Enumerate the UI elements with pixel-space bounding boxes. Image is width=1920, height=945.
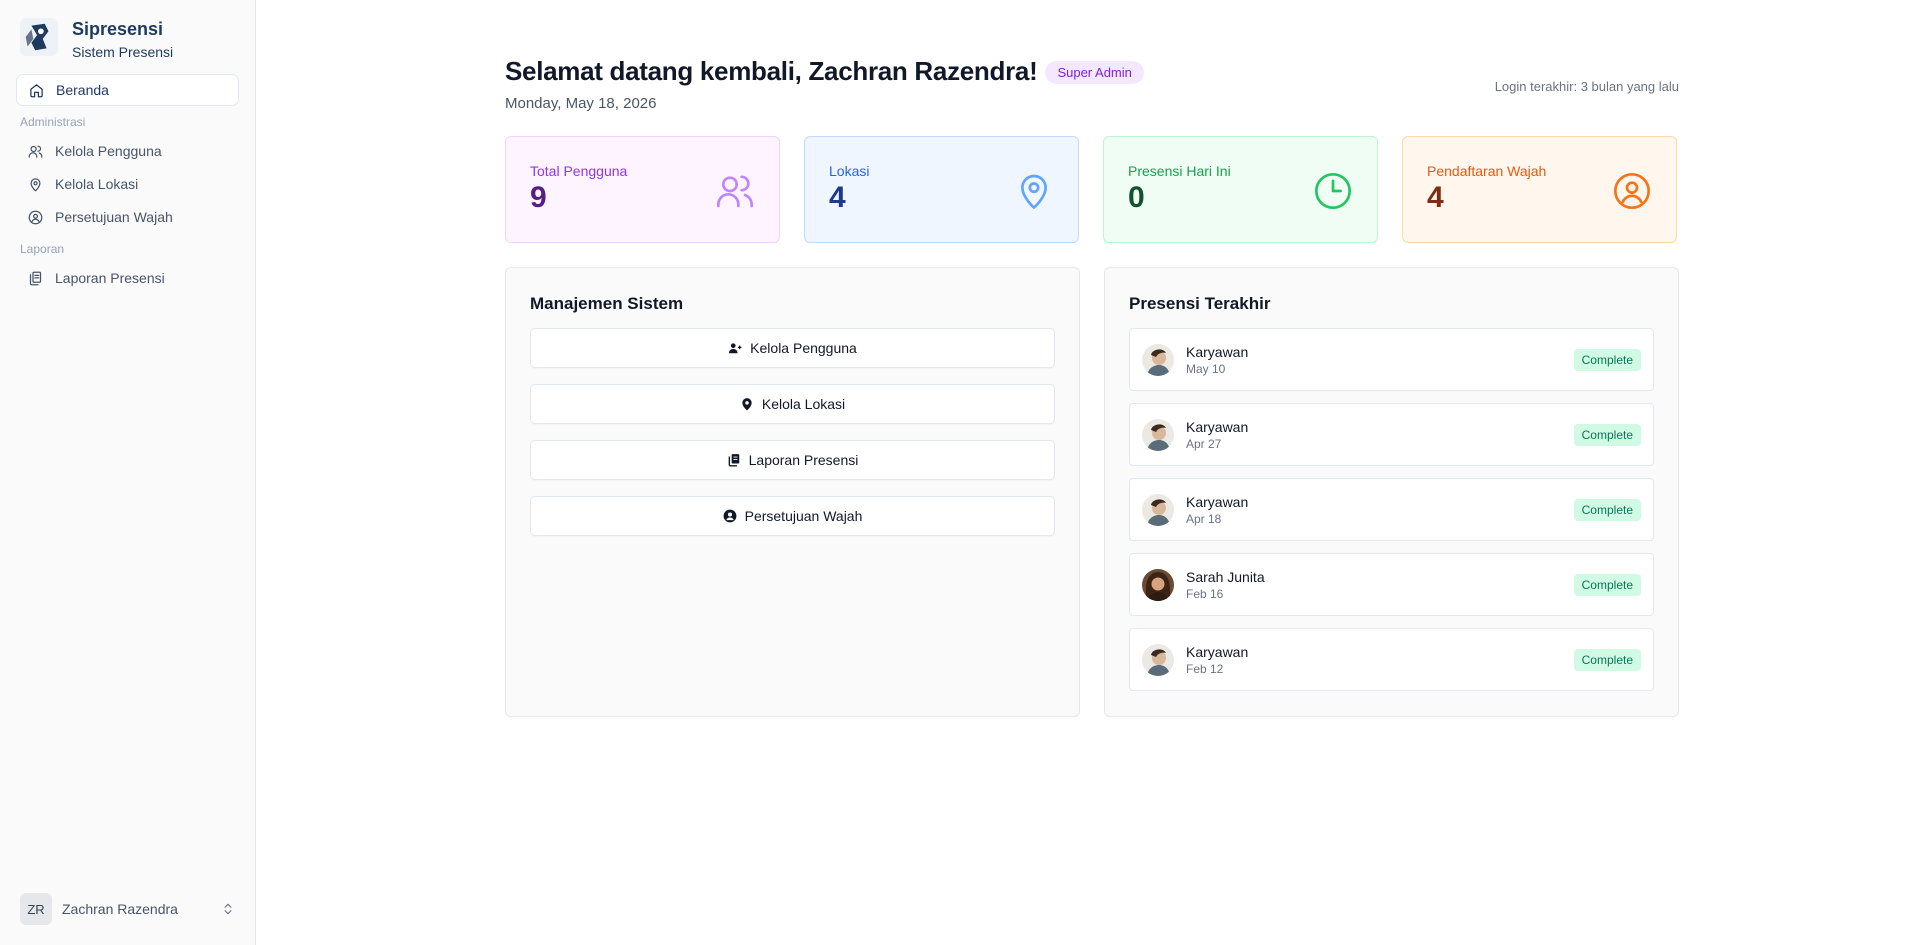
stat-card-lokasi: Lokasi 4	[804, 136, 1079, 243]
stat-label: Lokasi	[829, 163, 870, 179]
users-icon	[717, 175, 753, 208]
avatar	[1142, 568, 1174, 601]
sidebar: Sipresensi Sistem Presensi Beranda Admin…	[0, 0, 256, 945]
page-title: Selamat datang kembali, Zachran Razendra…	[505, 56, 1038, 86]
attendance-date: Feb 16	[1186, 586, 1224, 601]
nav-group-label: Laporan	[20, 242, 65, 256]
sidebar-item-kelola-pengguna[interactable]: Kelola Pengguna	[16, 135, 239, 167]
user-circle-icon	[1614, 173, 1650, 209]
sidebar-item-label: Beranda	[56, 82, 109, 98]
user-name: Zachran Razendra	[62, 901, 178, 917]
recent-attendance-panel: Presensi Terakhir Karyawan May 10 Comple…	[1104, 267, 1679, 717]
status-badge: Complete	[1573, 348, 1641, 371]
user-circle-icon	[28, 210, 43, 224]
main-content: Selamat datang kembali, Zachran Razendra…	[256, 0, 1920, 945]
sidebar-item-laporan-presensi[interactable]: Laporan Presensi	[16, 262, 239, 294]
kelola-lokasi-button[interactable]: Kelola Lokasi	[530, 384, 1055, 424]
avatar	[1142, 643, 1174, 676]
users-icon	[28, 145, 43, 158]
sidebar-item-label: Kelola Lokasi	[55, 176, 139, 192]
attendance-date: Feb 12	[1186, 661, 1224, 676]
sidebar-item-persetujuan-wajah[interactable]: Persetujuan Wajah	[16, 201, 239, 233]
files-icon	[29, 271, 42, 285]
sidebar-item-label: Laporan Presensi	[55, 270, 165, 286]
brand-title: Sipresensi	[72, 19, 164, 39]
home-icon	[30, 83, 43, 97]
stat-card-presensi-hari-ini: Presensi Hari Ini 0	[1103, 136, 1378, 243]
avatar	[1142, 493, 1174, 526]
role-badge: Super Admin	[1045, 61, 1144, 84]
avatar: ZR	[20, 893, 52, 925]
sidebar-item-label: Kelola Pengguna	[55, 143, 162, 159]
management-panel: Manajemen Sistem Kelola Pengguna Kelola …	[505, 267, 1080, 717]
last-login: Login terakhir: 3 bulan yang lalu	[1494, 79, 1679, 94]
stat-label: Pendaftaran Wajah	[1427, 163, 1547, 179]
sidebar-item-beranda[interactable]: Beranda	[16, 74, 239, 106]
files-solid-icon	[728, 454, 739, 467]
nav-group-label: Administrasi	[20, 115, 86, 129]
kelola-pengguna-button[interactable]: Kelola Pengguna	[530, 328, 1055, 368]
panel-title: Manajemen Sistem	[530, 294, 684, 313]
stat-value: 0	[1128, 181, 1145, 214]
list-item[interactable]: Karyawan Feb 12 Complete	[1129, 628, 1654, 691]
button-label: Laporan Presensi	[748, 452, 859, 468]
list-item[interactable]: Karyawan Apr 27 Complete	[1129, 403, 1654, 466]
current-date: Monday, May 18, 2026	[505, 95, 657, 112]
status-badge: Complete	[1573, 573, 1641, 596]
stat-label: Presensi Hari Ini	[1128, 163, 1231, 179]
attendance-name: Karyawan	[1186, 343, 1249, 360]
stat-value: 4	[1427, 181, 1444, 214]
list-item[interactable]: Karyawan Apr 18 Complete	[1129, 478, 1654, 541]
map-pin-icon	[1021, 174, 1047, 210]
status-badge: Complete	[1573, 498, 1641, 521]
button-label: Persetujuan Wajah	[744, 508, 863, 524]
map-pin-solid-icon	[742, 398, 752, 411]
sidebar-item-label: Persetujuan Wajah	[55, 209, 173, 225]
stat-value: 9	[530, 181, 547, 214]
attendance-name: Karyawan	[1186, 643, 1249, 660]
status-badge: Complete	[1573, 648, 1641, 671]
map-pin-icon	[30, 177, 41, 191]
chevron-up-down-icon	[224, 903, 232, 915]
list-item[interactable]: Karyawan May 10 Complete	[1129, 328, 1654, 391]
attendance-name: Sarah Junita	[1186, 568, 1265, 585]
clock-icon	[1315, 173, 1351, 209]
attendance-name: Karyawan	[1186, 418, 1249, 435]
users-solid-icon	[729, 343, 742, 354]
avatar	[1142, 343, 1174, 376]
brand-subtitle: Sistem Presensi	[72, 44, 174, 60]
panel-title: Presensi Terakhir	[1129, 294, 1271, 313]
sidebar-item-kelola-lokasi[interactable]: Kelola Lokasi	[16, 168, 239, 200]
user-menu[interactable]: ZR Zachran Razendra	[16, 889, 239, 929]
brand-logo	[20, 18, 58, 56]
laporan-presensi-button[interactable]: Laporan Presensi	[530, 440, 1055, 480]
attendance-date: Apr 27	[1186, 436, 1222, 451]
persetujuan-wajah-button[interactable]: Persetujuan Wajah	[530, 496, 1055, 536]
attendance-date: May 10	[1186, 361, 1226, 376]
list-item[interactable]: Sarah Junita Feb 16 Complete	[1129, 553, 1654, 616]
attendance-date: Apr 18	[1186, 511, 1222, 526]
user-circle-solid-icon	[723, 509, 737, 523]
stat-value: 4	[829, 181, 846, 214]
stat-card-pendaftaran-wajah: Pendaftaran Wajah 4	[1402, 136, 1677, 243]
button-label: Kelola Lokasi	[761, 396, 846, 412]
attendance-name: Karyawan	[1186, 493, 1249, 510]
button-label: Kelola Pengguna	[750, 340, 857, 356]
stat-label: Total Pengguna	[530, 163, 628, 179]
stat-card-total-pengguna: Total Pengguna 9	[505, 136, 780, 243]
brand[interactable]: Sipresensi Sistem Presensi	[16, 16, 239, 74]
avatar	[1142, 418, 1174, 451]
status-badge: Complete	[1573, 423, 1641, 446]
